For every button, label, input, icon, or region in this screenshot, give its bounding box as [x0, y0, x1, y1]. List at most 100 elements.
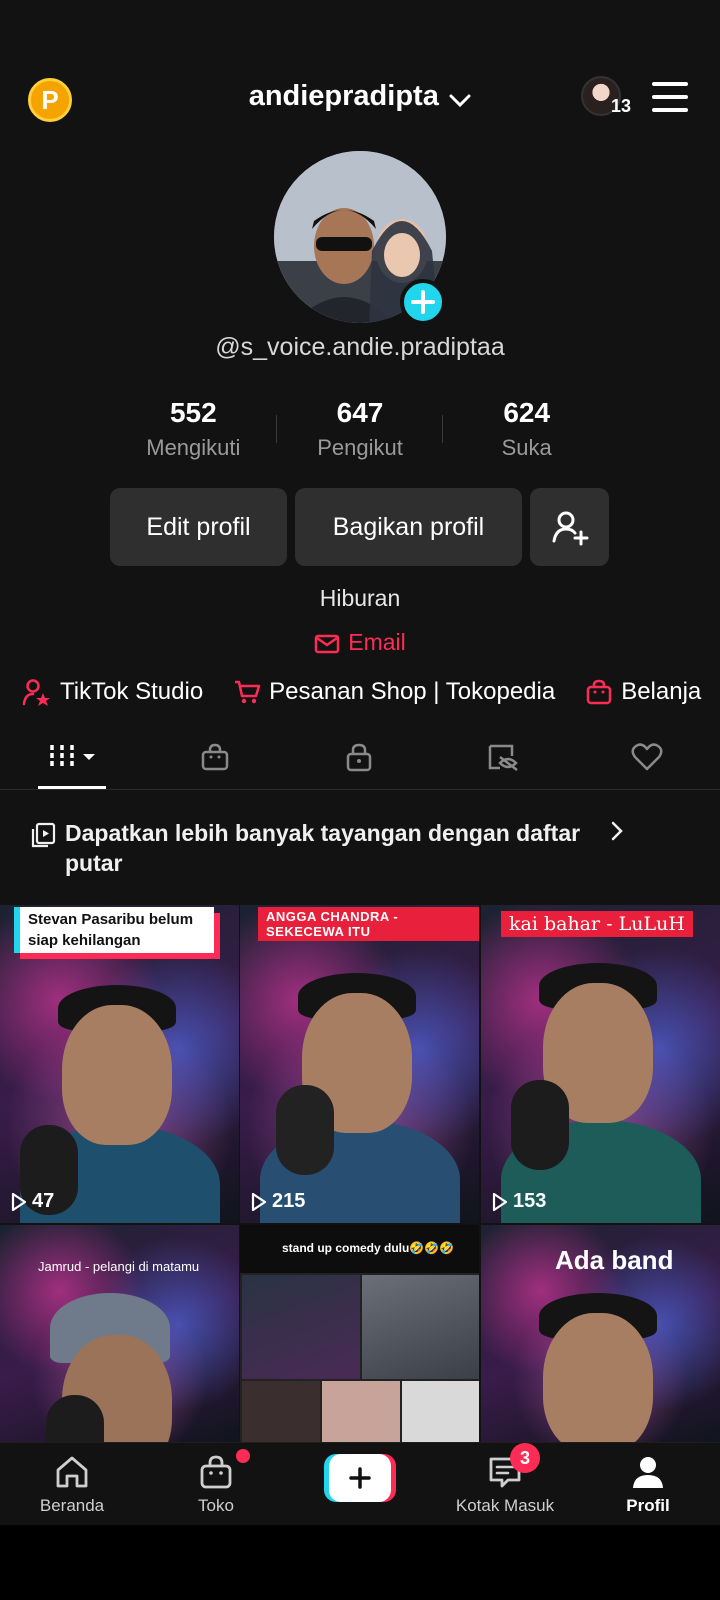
notification-dot [236, 1449, 250, 1463]
stat-likes[interactable]: 624 Suka [443, 397, 610, 467]
tab-shop[interactable] [180, 735, 250, 779]
stat-label: Suka [501, 435, 552, 460]
link-label: Belanja [621, 678, 702, 705]
video-thumbnail[interactable]: Stevan Pasaribu belum siap kehilangan 47 [0, 905, 239, 1223]
add-friends-button[interactable] [530, 488, 609, 566]
inbox-badge: 3 [510, 1443, 540, 1473]
play-icon [492, 1192, 508, 1211]
email-label: Email [348, 629, 406, 655]
stat-followers[interactable]: 647 Pengikut [277, 397, 444, 467]
profile-links: TikTok Studio Pesanan Shop | Tokopedia B… [22, 672, 720, 712]
mail-icon [314, 634, 340, 654]
nav-shop[interactable]: Toko [156, 1443, 276, 1525]
tiktok-studio-link[interactable]: TikTok Studio [22, 678, 203, 706]
profile-icon [633, 1457, 663, 1488]
menu-icon[interactable] [652, 82, 688, 112]
shop-orders-link[interactable]: Pesanan Shop | Tokopedia [233, 678, 555, 706]
profile-handle: @s_voice.andie.pradiptaa [215, 333, 505, 361]
cart-icon [235, 680, 261, 704]
stat-value: 647 [336, 397, 384, 428]
heart-icon [631, 743, 663, 771]
collage-panel [362, 1275, 479, 1379]
home-icon [56, 1456, 88, 1488]
video-thumbnail[interactable]: Ada band [481, 1225, 720, 1445]
profile-bio: Hiburan [319, 585, 401, 611]
video-thumbnail[interactable]: Jamrud - pelangi di matamu [0, 1225, 239, 1445]
stat-divider [276, 415, 277, 443]
stat-label: Mengikuti [146, 435, 241, 460]
nav-label: Toko [198, 1496, 234, 1515]
plus-icon [411, 290, 435, 314]
tab-favorites[interactable] [468, 735, 538, 779]
chevron-down-icon[interactable] [449, 94, 471, 108]
plus-icon [349, 1467, 371, 1489]
tab-private[interactable] [324, 735, 394, 779]
share-profile-button[interactable]: Bagikan profil [295, 488, 522, 566]
link-label: TikTok Studio [60, 678, 204, 705]
email-link[interactable]: Email [0, 629, 720, 656]
nav-inbox[interactable]: 3 Kotak Masuk [445, 1443, 565, 1525]
stat-value: 552 [169, 397, 217, 428]
video-caption: Ada band [555, 1245, 674, 1275]
link-label: Pesanan Shop | Tokopedia [269, 678, 556, 705]
microphone-shape [46, 1395, 104, 1445]
view-count: 153 [491, 1190, 546, 1213]
chevron-right-icon [611, 821, 623, 841]
tab-videos[interactable] [40, 735, 110, 779]
add-story-button[interactable] [400, 279, 446, 325]
view-count-value: 215 [272, 1190, 306, 1212]
thumbnail-figure [62, 1005, 172, 1145]
video-thumbnail[interactable]: ANGGA CHANDRA - SEKECEWA ITU 215 [240, 905, 479, 1223]
profile-stats: 552 Mengikuti 647 Pengikut 624 Suka [110, 397, 610, 467]
nav-label: Kotak Masuk [455, 1496, 555, 1515]
bottom-navigation: Beranda Toko 3 Kotak Masuk Profil [0, 1442, 720, 1525]
thumbnail-figure [543, 1313, 653, 1445]
play-icon [251, 1192, 267, 1211]
playlist-text: Dapatkan lebih banyak tayangan dengan da… [65, 820, 581, 876]
nav-profile[interactable]: Profil [588, 1443, 708, 1525]
shopping-bag-icon [201, 743, 229, 771]
stat-following[interactable]: 552 Mengikuti [110, 397, 277, 467]
nav-home[interactable]: Beranda [12, 1443, 132, 1525]
username[interactable]: andiepradipta [249, 80, 439, 112]
collage-panel [242, 1275, 360, 1379]
collage-panel [402, 1381, 479, 1445]
view-count: 215 [250, 1190, 305, 1213]
top-bar: P andiepradipta 13 [0, 60, 720, 140]
video-caption: ANGGA CHANDRA - SEKECEWA ITU [258, 907, 479, 941]
video-caption: stand up comedy dulu🤣🤣🤣 [282, 1241, 455, 1255]
video-thumbnail[interactable]: stand up comedy dulu🤣🤣🤣 [240, 1225, 479, 1445]
microphone-shape [511, 1080, 569, 1170]
video-caption: Stevan Pasaribu belum siap kehilangan [14, 907, 214, 953]
video-thumbnail[interactable]: kai bahar - LuLuH 153 [481, 905, 720, 1223]
view-count-value: 153 [513, 1190, 547, 1212]
nav-label: Beranda [39, 1496, 105, 1515]
microphone-shape [276, 1085, 334, 1175]
creator-star-icon [22, 679, 50, 706]
hidden-eye-icon [488, 744, 518, 771]
view-count-value: 47 [32, 1190, 55, 1212]
collage-panel [242, 1381, 320, 1445]
tab-liked[interactable] [612, 735, 682, 779]
lock-icon [346, 743, 372, 772]
video-grid: Stevan Pasaribu belum siap kehilangan 47… [0, 905, 720, 1445]
shopping-bag-icon [586, 679, 612, 705]
visitor-count: 13 [611, 96, 632, 116]
create-button[interactable] [324, 1454, 396, 1502]
content-tabs [0, 725, 720, 790]
play-icon [11, 1192, 27, 1211]
video-caption: kai bahar - LuLuH [501, 911, 693, 937]
stat-value: 624 [503, 397, 551, 428]
profile-screen: P andiepradipta 13 @s_voice.andie.pradip… [0, 0, 720, 1525]
video-caption: Jamrud - pelangi di matamu [38, 1259, 200, 1274]
view-count: 47 [10, 1190, 54, 1213]
stat-divider [442, 415, 443, 443]
shopping-link[interactable]: Belanja [585, 678, 701, 706]
shopping-bag-icon [200, 1455, 232, 1489]
stat-label: Pengikut [317, 435, 403, 460]
grid-filter-icon [50, 745, 95, 769]
active-tab-indicator [38, 786, 106, 789]
edit-profile-button[interactable]: Edit profil [110, 488, 287, 566]
collage-panel [322, 1381, 400, 1445]
playlist-icon [31, 822, 56, 848]
